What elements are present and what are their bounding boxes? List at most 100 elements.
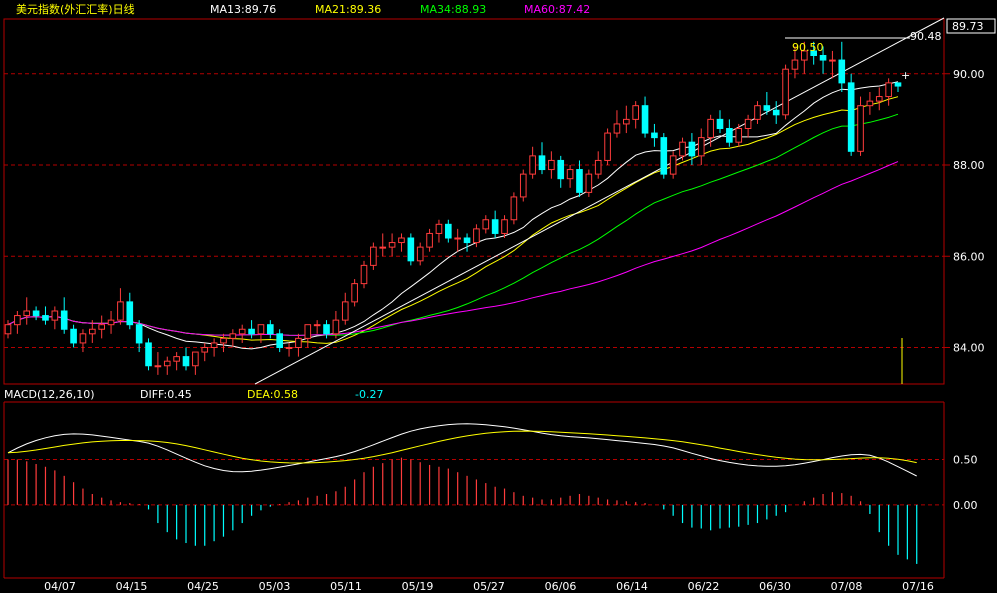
candle-body bbox=[182, 356, 190, 367]
candle-body bbox=[304, 324, 312, 339]
macd-value: -0.27 bbox=[355, 388, 383, 401]
macd-tick-label: 0.50 bbox=[953, 453, 978, 466]
date-tick-label: 05/27 bbox=[473, 580, 505, 593]
candle-body bbox=[519, 173, 527, 198]
ma21-label: MA21:89.36 bbox=[315, 3, 381, 16]
candle-body bbox=[163, 360, 171, 367]
candle-body bbox=[482, 219, 490, 230]
price-tick-label: 90.00 bbox=[953, 68, 985, 81]
candle-body bbox=[894, 82, 902, 87]
candle bbox=[847, 73, 855, 156]
macd-dea: DEA:0.58 bbox=[247, 388, 298, 401]
ma60-label: MA60:87.42 bbox=[524, 3, 590, 16]
candle-body bbox=[641, 105, 649, 134]
cursor-cross-mark: + bbox=[901, 69, 910, 82]
candle-body bbox=[857, 105, 864, 152]
date-tick-label: 05/11 bbox=[330, 580, 362, 593]
candle-body bbox=[426, 232, 433, 248]
candle-body bbox=[604, 132, 611, 161]
candle-body bbox=[660, 137, 668, 175]
macd-diff: DIFF:0.45 bbox=[140, 388, 192, 401]
candle-body bbox=[323, 324, 330, 335]
candle-body bbox=[744, 118, 752, 129]
candle-body bbox=[201, 347, 209, 353]
date-tick-label: 06/14 bbox=[616, 580, 648, 593]
candle-body bbox=[791, 59, 799, 70]
candle-body bbox=[726, 128, 733, 143]
candle-body bbox=[875, 96, 883, 102]
candle-body bbox=[548, 159, 555, 171]
candle-body bbox=[192, 351, 199, 367]
candle-body bbox=[276, 333, 283, 348]
candle-body bbox=[707, 118, 714, 139]
date-tick-label: 06/06 bbox=[545, 580, 577, 593]
candle-body bbox=[4, 324, 12, 335]
candle bbox=[370, 242, 377, 270]
date-tick-label: 04/15 bbox=[116, 580, 148, 593]
candle bbox=[407, 233, 415, 266]
candle-body bbox=[407, 237, 415, 262]
date-tick-label: 07/16 bbox=[902, 580, 934, 593]
candle-body bbox=[360, 264, 368, 285]
candle-body bbox=[23, 310, 31, 317]
candle-body bbox=[32, 310, 40, 317]
candle-body bbox=[248, 328, 255, 335]
candle-body bbox=[491, 219, 499, 234]
candle-body bbox=[135, 324, 143, 344]
candle-body bbox=[388, 242, 396, 248]
candle-body bbox=[885, 82, 892, 98]
candle-body bbox=[463, 237, 471, 244]
candle-body bbox=[70, 328, 77, 344]
candle-body bbox=[79, 333, 87, 344]
candle-body bbox=[819, 55, 827, 61]
candle bbox=[585, 169, 593, 197]
candle-body bbox=[89, 328, 96, 335]
candle-body bbox=[332, 319, 340, 335]
candle-body bbox=[623, 118, 630, 125]
price-chart: + 90.00 88.00 86.00 84.00 0.50 0.00 04/07 04/1… bbox=[0, 0, 997, 593]
candle-body bbox=[716, 118, 724, 129]
date-tick-label: 05/03 bbox=[259, 580, 291, 593]
chart-title: 美元指数(外汇汇率)日线 bbox=[16, 2, 135, 16]
date-tick-label: 04/07 bbox=[44, 580, 76, 593]
candle-body bbox=[210, 342, 218, 348]
candle-body bbox=[754, 105, 761, 120]
candle-body bbox=[576, 169, 583, 193]
candle-body bbox=[557, 159, 565, 180]
candle-body bbox=[782, 68, 789, 116]
candle bbox=[351, 279, 358, 307]
candle-body bbox=[257, 324, 265, 335]
candle-body bbox=[229, 333, 237, 339]
ma34-label: MA34:88.93 bbox=[420, 3, 486, 16]
macd-tick-label: 0.00 bbox=[953, 499, 978, 512]
ma13-label: MA13:89.76 bbox=[210, 3, 276, 16]
candle-body bbox=[763, 105, 771, 111]
candle-body bbox=[735, 128, 743, 143]
candle-body bbox=[145, 342, 152, 367]
candle-body bbox=[473, 228, 480, 244]
candle bbox=[519, 169, 527, 202]
price-tick-label: 88.00 bbox=[953, 159, 985, 172]
candle-body bbox=[14, 315, 21, 326]
candle bbox=[660, 133, 668, 179]
date-tick-label: 06/22 bbox=[688, 580, 720, 593]
high-right-label: 90.48 bbox=[910, 30, 942, 43]
candle-body bbox=[107, 319, 115, 326]
candle-body bbox=[632, 105, 639, 120]
candle bbox=[510, 192, 518, 225]
candle-body bbox=[238, 328, 246, 335]
candle-body bbox=[838, 59, 846, 84]
candle-body bbox=[154, 365, 162, 368]
candle-body bbox=[435, 223, 443, 234]
candle bbox=[360, 260, 368, 289]
candle-body bbox=[295, 337, 302, 348]
candle-body bbox=[313, 324, 321, 327]
candle-body bbox=[529, 155, 536, 175]
candle-body bbox=[566, 169, 574, 180]
candle-body bbox=[370, 246, 377, 266]
date-tick-label: 07/08 bbox=[831, 580, 863, 593]
candle bbox=[604, 128, 611, 165]
candle-body bbox=[510, 196, 518, 221]
candle-body bbox=[585, 173, 593, 193]
candle-body bbox=[772, 109, 780, 116]
